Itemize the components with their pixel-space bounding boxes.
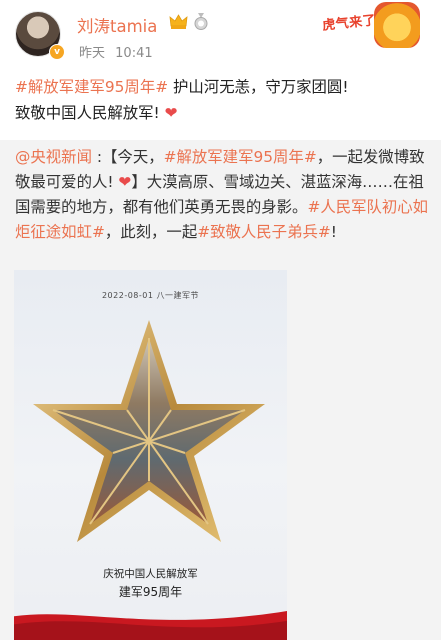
poster-date: 2022-08-01 八一建军节	[101, 291, 200, 300]
username[interactable]: 刘涛tamia	[77, 13, 157, 37]
repost-body: @央视新闻 :【今天，#解放军建军95周年#，一起发微博致敬最可爱的人! ❤】大…	[15, 145, 431, 245]
verified-badge-icon: v	[49, 44, 65, 60]
hashtag-link[interactable]: #致敬人民子弟兵#	[197, 223, 331, 241]
crown-icon	[169, 14, 188, 29]
ribbon-decoration	[14, 610, 287, 640]
festive-badge[interactable]: 虎气来了	[318, 2, 436, 54]
festive-badge-text: 虎气来了	[321, 13, 377, 34]
post-text-line2: 致敬中国人民解放军!	[15, 104, 160, 122]
heart-icon: ❤	[118, 173, 132, 191]
post-time: 昨天 10:41	[79, 42, 159, 61]
repost-seg4: ，此刻，一起	[104, 223, 198, 241]
post-body: #解放军建军95周年# 护山河无恙，守万家团圆! 致敬中国人民解放军! ❤	[15, 74, 431, 126]
repost-seg1: :【今天，	[91, 148, 164, 166]
heart-icon: ❤	[164, 104, 178, 122]
star-icon	[33, 320, 265, 542]
medal-icon	[194, 13, 208, 30]
hashtag-link[interactable]: #解放军建军95周年#	[15, 78, 168, 96]
post-header: v 刘涛tamia 昨天 10:41 虎气来了	[0, 0, 441, 66]
mention-link[interactable]: @央视新闻	[15, 148, 92, 166]
repost-seg5: !	[330, 223, 337, 241]
poster-caption: 庆祝中国人民解放军	[103, 568, 198, 580]
tiger-icon	[374, 2, 420, 48]
time-label: 昨天	[79, 46, 106, 61]
poster-image[interactable]: 2022-08-01 八一建军节 庆祝中国人民解放军 建军95周年	[14, 270, 287, 640]
post-text-line1: 护山河无恙，守万家团圆!	[168, 78, 349, 96]
time-value: 10:41	[115, 46, 153, 61]
hashtag-link[interactable]: #解放军建军95周年#	[164, 148, 317, 166]
